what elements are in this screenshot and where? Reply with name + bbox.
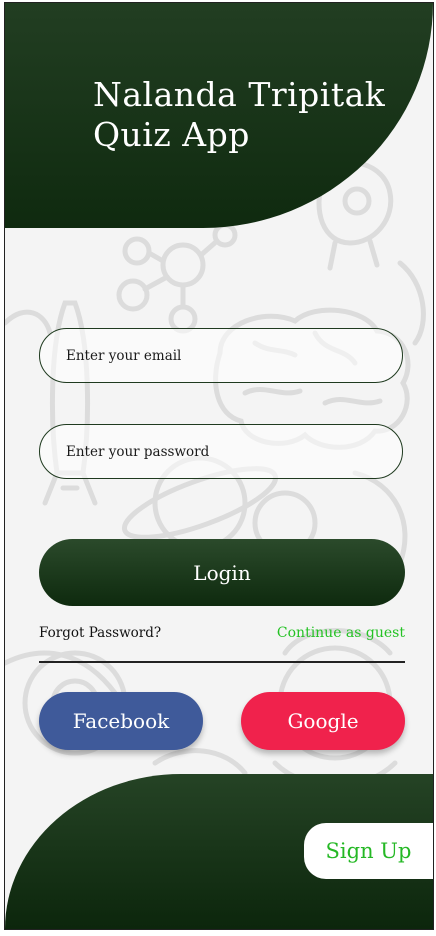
- app-title: Nalanda Tripitak Quiz App: [93, 75, 393, 155]
- molecule-doodle-icon: [160, 242, 206, 288]
- continue-as-guest-link[interactable]: Continue as guest: [277, 625, 405, 641]
- app-title-line1: Nalanda Tripitak: [93, 75, 386, 114]
- sign-up-button[interactable]: Sign Up: [304, 823, 433, 879]
- google-login-button[interactable]: Google: [241, 692, 405, 750]
- facebook-login-button[interactable]: Facebook: [39, 692, 203, 750]
- login-screen: Nalanda Tripitak Quiz App Login Forgot P…: [4, 2, 434, 930]
- password-input[interactable]: [39, 424, 403, 479]
- divider: [39, 661, 405, 663]
- email-input[interactable]: [39, 328, 403, 383]
- app-title-line2: Quiz App: [93, 115, 250, 154]
- login-button[interactable]: Login: [39, 539, 405, 606]
- forgot-password-link[interactable]: Forgot Password?: [39, 625, 161, 641]
